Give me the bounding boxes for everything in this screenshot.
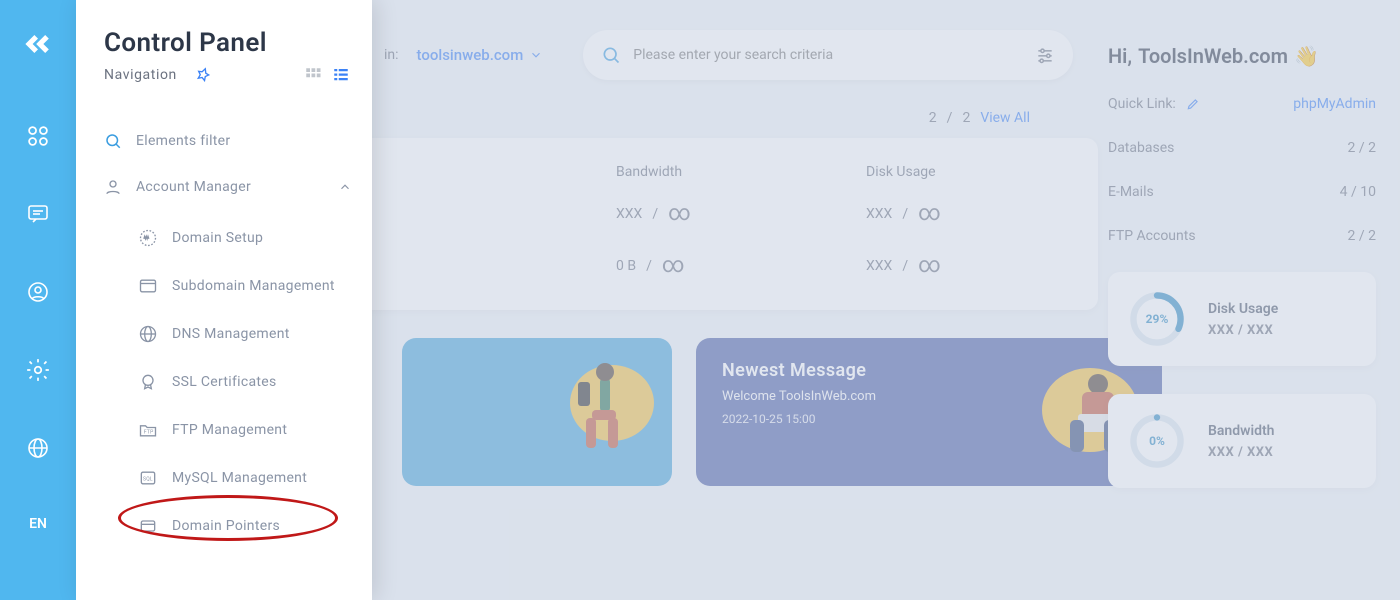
- ssl-badge-icon: [138, 372, 158, 392]
- filter-placeholder: Elements filter: [136, 133, 230, 149]
- promo-card[interactable]: [402, 338, 672, 486]
- chevron-down-icon: [529, 48, 543, 62]
- gauge-values: XXX / XXX: [1208, 323, 1278, 338]
- list-view-icon[interactable]: [330, 64, 352, 86]
- account-icon[interactable]: [24, 278, 52, 306]
- tune-icon[interactable]: [1035, 45, 1055, 65]
- subitem-label: MySQL Management: [172, 470, 307, 486]
- pointer-icon: [138, 516, 158, 536]
- kv-row: FTP Accounts2 / 2: [1108, 228, 1376, 244]
- person-illustration-icon: [542, 348, 662, 468]
- section-label: Account Manager: [136, 179, 251, 195]
- messages-icon[interactable]: [24, 200, 52, 228]
- chevron-up-icon: [338, 180, 352, 194]
- subitem-mysql-management[interactable]: SQL MySQL Management: [104, 454, 352, 502]
- gauge-bandwidth: 0% Bandwidth XXX / XXX: [1108, 394, 1376, 488]
- search-input[interactable]: [633, 47, 1035, 63]
- greeting: Hi, ToolsInWeb.com 👋: [1108, 44, 1376, 68]
- col-diskusage: Disk Usage: [866, 164, 1098, 180]
- settings-icon[interactable]: [24, 356, 52, 384]
- dashboard-icon[interactable]: [24, 122, 52, 150]
- search-icon: [601, 45, 621, 65]
- subitem-label: SSL Certificates: [172, 374, 277, 390]
- subitem-label: Subdomain Management: [172, 278, 335, 294]
- kv-row: E-Mails4 / 10: [1108, 184, 1376, 200]
- view-all-link[interactable]: View All: [980, 110, 1030, 126]
- right-column: Hi, ToolsInWeb.com 👋 Quick Link: phpMyAd…: [1108, 44, 1376, 488]
- subitem-label: DNS Management: [172, 326, 290, 342]
- pager-total: 2: [962, 110, 970, 126]
- gauge-disk-usage: 29% Disk Usage XXX / XXX: [1108, 272, 1376, 366]
- kv-row: Databases2 / 2: [1108, 140, 1376, 156]
- subitem-domain-setup[interactable]: Domain Setup: [104, 214, 352, 262]
- subitem-ftp-management[interactable]: FTP FTP Management: [104, 406, 352, 454]
- col-bandwidth: Bandwidth: [616, 164, 866, 180]
- gauge-pct: 29%: [1128, 290, 1186, 348]
- pager-current: 2: [929, 110, 937, 126]
- wave-icon: 👋: [1294, 44, 1319, 68]
- subitem-ssl-certificates[interactable]: SSL Certificates: [104, 358, 352, 406]
- infinity-icon: ∞: [918, 207, 941, 221]
- user-icon: [104, 178, 122, 196]
- edit-icon[interactable]: [1186, 97, 1200, 111]
- domain-selected: toolsinweb.com: [417, 46, 524, 64]
- globe-www-icon: [138, 228, 158, 248]
- search-box[interactable]: [583, 30, 1073, 80]
- sql-icon: SQL: [138, 468, 158, 488]
- navigation-panel: Control Panel Navigation Elements filter…: [76, 0, 372, 600]
- section-account-manager[interactable]: Account Manager: [104, 178, 352, 196]
- brand-logo-icon: [20, 26, 56, 62]
- panel-subtitle: Navigation: [104, 67, 177, 83]
- subitem-domain-pointers[interactable]: Domain Pointers: [104, 502, 352, 550]
- quicklink-phpmyadmin[interactable]: phpMyAdmin: [1293, 96, 1376, 112]
- subitem-label: FTP Management: [172, 422, 287, 438]
- grid-view-icon[interactable]: [302, 64, 324, 86]
- globe-icon[interactable]: [24, 434, 52, 462]
- gauge-pct: 0%: [1128, 412, 1186, 470]
- gauge-title: Bandwidth: [1208, 423, 1274, 439]
- svg-text:FTP: FTP: [144, 429, 154, 435]
- domain-in-label: in:: [384, 47, 399, 63]
- pager-sep: /: [947, 110, 953, 126]
- language-switch[interactable]: EN: [29, 516, 47, 532]
- subitem-subdomain-management[interactable]: Subdomain Management: [104, 262, 352, 310]
- pin-icon[interactable]: [195, 67, 211, 83]
- gauge-values: XXX / XXX: [1208, 445, 1274, 460]
- infinity-icon: ∞: [668, 207, 691, 221]
- ftp-folder-icon: FTP: [138, 420, 158, 440]
- gauge-title: Disk Usage: [1208, 301, 1278, 317]
- subitem-label: Domain Setup: [172, 230, 263, 246]
- subitem-dns-management[interactable]: DNS Management: [104, 310, 352, 358]
- infinity-icon: ∞: [662, 259, 685, 273]
- domain-selector[interactable]: toolsinweb.com: [417, 46, 544, 64]
- quicklink-label: Quick Link:: [1108, 96, 1200, 112]
- left-rail: EN: [0, 0, 76, 600]
- browser-icon: [138, 276, 158, 296]
- newest-message-card[interactable]: Newest Message Welcome ToolsInWeb.com 20…: [696, 338, 1162, 486]
- panel-title: Control Panel: [104, 28, 352, 58]
- svg-text:SQL: SQL: [143, 477, 153, 483]
- infinity-icon: ∞: [918, 259, 941, 273]
- dns-icon: [138, 324, 158, 344]
- elements-filter-input[interactable]: Elements filter: [104, 132, 352, 150]
- subitem-label: Domain Pointers: [172, 518, 280, 534]
